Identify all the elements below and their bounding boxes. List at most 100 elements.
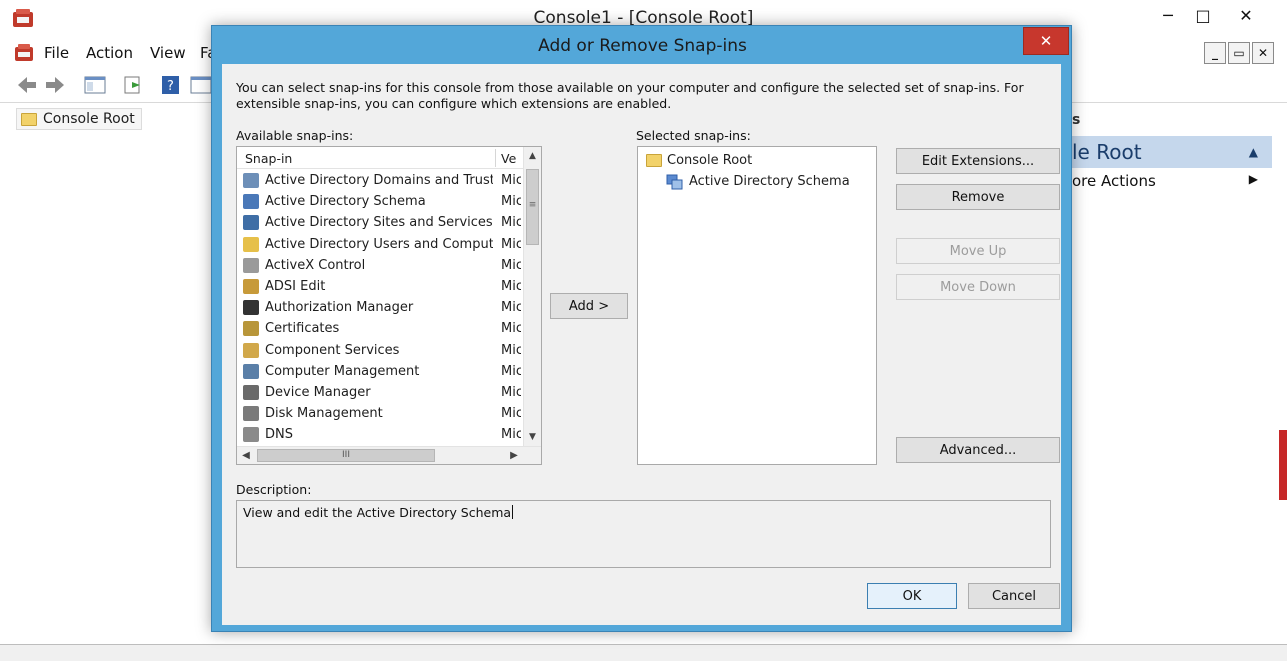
snapin-name: Active Directory Users and Comput...: [265, 236, 493, 252]
scroll-up-icon[interactable]: ▲: [524, 147, 541, 165]
back-arrow-icon[interactable]: [16, 75, 38, 95]
snapin-vendor: Mic: [501, 236, 521, 252]
available-snapins-list[interactable]: Snap-in Ve Active Directory Domains and …: [236, 146, 542, 465]
edit-extensions-button[interactable]: Edit Extensions...: [896, 148, 1060, 174]
certificates-icon: [243, 321, 259, 337]
show-hide-tree-icon[interactable]: [84, 75, 106, 95]
snapin-name: Active Directory Schema: [265, 194, 426, 210]
snapin-row[interactable]: Active Directory Schema Mic: [237, 191, 521, 212]
snapin-row[interactable]: Active Directory Users and Comput... Mic: [237, 234, 521, 255]
selected-snapins-tree[interactable]: Console Root Active Directory Schema: [637, 146, 877, 465]
vertical-scrollbar[interactable]: ▲ ≡ ▼: [523, 147, 541, 446]
close-button[interactable]: ✕: [1226, 4, 1266, 30]
component-services-icon: [243, 342, 259, 358]
description-box: View and edit the Active Directory Schem…: [236, 500, 1051, 568]
inner-close-button[interactable]: ✕: [1252, 42, 1274, 64]
dialog-title: Add or Remove Snap-ins: [538, 36, 747, 56]
scroll-left-icon[interactable]: ◀: [237, 447, 255, 464]
snapin-row[interactable]: Active Directory Sites and Services Mic: [237, 212, 521, 233]
selected-node-ad-schema[interactable]: Active Directory Schema: [666, 171, 850, 192]
snapin-vendor: Mic: [501, 194, 521, 210]
snapin-vendor: Mic: [501, 363, 521, 379]
snapin-name: ADSI Edit: [265, 279, 326, 294]
snapin-row[interactable]: Certificates Mic: [237, 318, 521, 339]
help-icon[interactable]: ?: [160, 75, 182, 95]
inner-restore-button[interactable]: ▭: [1228, 42, 1250, 64]
status-bar: [0, 644, 1287, 661]
scroll-thumb[interactable]: ≡: [526, 169, 539, 245]
export-list-icon[interactable]: [122, 75, 144, 95]
snapin-vendor: Mic: [501, 173, 521, 188]
collapse-triangle-icon[interactable]: ▲: [1249, 136, 1258, 168]
snapin-vendor: Mic: [501, 406, 521, 422]
snapin-vendor: Mic: [501, 215, 521, 231]
dialog-close-button[interactable]: ✕: [1023, 27, 1069, 55]
users-computers-icon: [243, 236, 259, 252]
console-icon[interactable]: [14, 44, 34, 62]
snapin-name: Certificates: [265, 321, 340, 337]
hscroll-thumb[interactable]: III: [257, 449, 435, 462]
snapin-row[interactable]: Computer Management Mic: [237, 361, 521, 382]
add-button[interactable]: Add >: [550, 293, 628, 319]
dns-icon: [243, 427, 259, 443]
move-down-button[interactable]: Move Down: [896, 274, 1060, 300]
more-actions-label: ore Actions: [1072, 172, 1156, 190]
column-divider[interactable]: [495, 149, 496, 167]
adsi-edit-icon: [243, 279, 259, 294]
snapin-row[interactable]: Disk Management Mic: [237, 403, 521, 424]
menu-view[interactable]: View: [150, 44, 186, 62]
column-header-snapin[interactable]: Snap-in: [245, 151, 292, 166]
actions-section-console-root[interactable]: le Root ▲: [1072, 136, 1272, 168]
inner-window-controls: _ ▭ ✕: [1204, 42, 1274, 64]
snapin-row[interactable]: ADSI Edit Mic: [237, 276, 521, 297]
snapin-vendor: Mic: [501, 279, 521, 294]
snapin-row[interactable]: Authorization Manager Mic: [237, 297, 521, 318]
description-value: View and edit the Active Directory Schem…: [243, 505, 512, 520]
ok-button[interactable]: OK: [867, 583, 957, 609]
snapin-vendor: Mic: [501, 321, 521, 337]
background-window-edge: [1279, 430, 1287, 500]
description-label: Description:: [236, 482, 312, 497]
column-header-vendor[interactable]: Ve: [501, 151, 521, 166]
add-remove-snapins-dialog: Add or Remove Snap-ins ✕ You can select …: [211, 25, 1072, 632]
snapin-vendor: Mic: [501, 257, 521, 273]
snapin-name: Device Manager: [265, 385, 371, 400]
snapin-name: Active Directory Sites and Services: [265, 215, 493, 231]
dialog-body: You can select snap-ins for this console…: [222, 64, 1061, 625]
snapin-vendor: Mic: [501, 427, 521, 443]
selected-snapins-label: Selected snap-ins:: [636, 128, 751, 143]
tree-node-console-root[interactable]: Console Root: [16, 108, 142, 130]
forward-arrow-icon[interactable]: [44, 75, 66, 95]
minimize-button[interactable]: ─: [1150, 4, 1186, 30]
snapin-row[interactable]: Active Directory Domains and Trusts Mic: [237, 170, 521, 191]
menu-action[interactable]: Action: [86, 44, 133, 62]
snapin-row[interactable]: DNS Mic: [237, 424, 521, 445]
snapin-row[interactable]: ActiveX Control Mic: [237, 255, 521, 276]
snapin-row[interactable]: Component Services Mic: [237, 340, 521, 361]
inner-minimize-button[interactable]: _: [1204, 42, 1226, 64]
available-snapins-label: Available snap-ins:: [236, 128, 354, 143]
actions-section-label: le Root: [1072, 140, 1142, 164]
list-header: Snap-in Ve: [237, 147, 541, 169]
menu-file[interactable]: File: [44, 44, 69, 62]
selected-node-console-root[interactable]: Console Root: [646, 150, 752, 171]
domains-trusts-icon: [243, 173, 259, 188]
scroll-down-icon[interactable]: ▼: [524, 428, 541, 446]
snapin-vendor: Mic: [501, 342, 521, 358]
move-up-button[interactable]: Move Up: [896, 238, 1060, 264]
description-text: View and edit the Active Directory Schem…: [243, 505, 514, 520]
advanced-button[interactable]: Advanced...: [896, 437, 1060, 463]
more-actions-item[interactable]: ore Actions ▶: [1072, 172, 1272, 190]
cancel-button[interactable]: Cancel: [968, 583, 1060, 609]
snapin-row[interactable]: Device Manager Mic: [237, 382, 521, 403]
scroll-right-icon[interactable]: ▶: [505, 447, 523, 464]
computer-management-icon: [243, 363, 259, 379]
maximize-button[interactable]: □: [1188, 4, 1218, 30]
snapin-name: DNS: [265, 427, 293, 443]
snapin-vendor: Mic: [501, 300, 521, 316]
show-hide-action-pane-icon[interactable]: [190, 75, 212, 95]
selected-node-label: Console Root: [667, 153, 753, 168]
horizontal-scrollbar[interactable]: ◀ III ▶: [237, 446, 541, 464]
remove-button[interactable]: Remove: [896, 184, 1060, 210]
svg-text:?: ?: [167, 79, 174, 94]
